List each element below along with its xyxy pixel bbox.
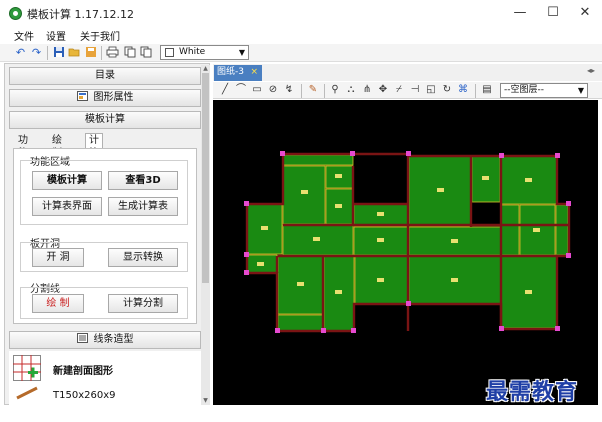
mirror-tool-icon[interactable]: ⋔ [361, 84, 373, 96]
print-icon[interactable] [106, 46, 119, 59]
open-hole-button[interactable]: 开 洞 [32, 248, 84, 267]
toolbar-separator [101, 46, 102, 60]
line-tool-icon[interactable]: ╱ [219, 84, 231, 96]
close-tab-icon[interactable]: × [250, 65, 258, 80]
toolbar-separator [475, 84, 476, 98]
menu-settings[interactable]: 设置 [46, 28, 66, 43]
calc-split-button[interactable]: 计算分割 [108, 294, 178, 313]
draw-divider-button[interactable]: 绘 制 [32, 294, 84, 313]
tab-draw[interactable]: 绘制区 [49, 134, 65, 172]
line-styles-icon [76, 333, 88, 343]
timber-beam-icon[interactable] [15, 386, 39, 400]
trim-tool-icon[interactable]: ⌿ [393, 84, 405, 96]
line-styles-header-label: 线条造型 [93, 334, 134, 345]
polyline-tool-icon[interactable]: ↯ [283, 84, 295, 96]
save-as-icon[interactable] [84, 46, 97, 59]
scroll-down-icon[interactable]: ▼ [201, 397, 210, 405]
properties-header-label: 图形属性 [93, 92, 134, 103]
tab-calc[interactable]: 计算区 [85, 133, 103, 172]
properties-icon [76, 91, 88, 101]
left-panel-scrollbar[interactable]: ▲ ▼ [201, 65, 210, 405]
calc-table-ui-button[interactable]: 计算表界面 [32, 197, 102, 216]
scroll-up-icon[interactable]: ▲ [201, 65, 210, 73]
window-title: 模板计算 1.17.12.12 [27, 8, 134, 21]
color-select-value: White [179, 47, 206, 57]
drawing-canvas[interactable] [213, 100, 598, 405]
copy-icon[interactable] [124, 46, 137, 59]
watermark-text: 最需教育 [486, 379, 579, 405]
rectangle-tool-icon[interactable]: ▭ [251, 84, 263, 96]
minimize-button[interactable]: — [510, 4, 530, 22]
array-tool-icon[interactable]: ⛬ [345, 84, 357, 96]
maximize-button[interactable]: ☐ [543, 4, 563, 22]
title-bar: 模板计算 1.17.12.12 — ☐ ✕ [0, 0, 602, 26]
calc-tab-body: 功能区域 模板计算 查看3D 计算表界面 生成计算表 板开洞 开 洞 显示转换 … [13, 148, 197, 324]
display-toggle-button[interactable]: 显示转换 [108, 248, 178, 267]
menu-bar: 文件 设置 关于我们 [0, 26, 602, 44]
circle-tool-icon[interactable]: ⊘ [267, 84, 279, 96]
arc-tool-icon[interactable]: ⌒ [235, 84, 247, 96]
properties-header[interactable]: 图形属性 [9, 89, 201, 107]
toolbar-separator [47, 46, 48, 60]
status-strip [0, 405, 602, 422]
document-tab[interactable]: 图纸-3 × [214, 65, 262, 81]
menu-file[interactable]: 文件 [14, 28, 34, 43]
calc-header[interactable]: 模板计算 [9, 111, 201, 129]
directory-header-label: 目录 [95, 70, 115, 81]
toolbar-separator [324, 84, 325, 98]
snap-tool-icon[interactable]: ⌘ [457, 84, 469, 96]
drawing-toolbar: ╱ ⌒ ▭ ⊘ ↯ ✎ ⚲ ⛬ ⋔ ✥ ⌿ ⊣ ◱ ↻ ⌘ ▤ --空图层-- … [213, 82, 602, 99]
paste-icon[interactable] [140, 46, 153, 59]
scroll-thumb[interactable] [202, 73, 209, 283]
layer-select[interactable]: --空图层-- ▼ [500, 83, 588, 98]
offset-tool-icon[interactable]: ⚲ [329, 84, 341, 96]
floor-plan-drawing [244, 151, 571, 333]
move-tool-icon[interactable]: ✥ [377, 84, 389, 96]
chevron-down-icon: ▼ [577, 86, 584, 95]
close-button[interactable]: ✕ [575, 4, 595, 22]
open-folder-icon[interactable] [68, 46, 81, 59]
template-calc-button[interactable]: 模板计算 [32, 171, 102, 190]
eraser-tool-icon[interactable]: ✎ [307, 84, 319, 96]
app-icon [9, 7, 22, 20]
document-tab-bar: 图纸-3 × ◂▸ [213, 64, 602, 81]
color-select[interactable]: White ▼ [160, 45, 249, 60]
layer-manager-icon[interactable]: ▤ [481, 84, 493, 96]
new-section-grid-icon[interactable] [13, 355, 41, 381]
left-panel: 目录 图形属性 模板计算 功能区 绘制区 计算区 功能区域 模板计算 查看3D … [4, 63, 210, 405]
generate-calc-table-button[interactable]: 生成计算表 [108, 197, 178, 216]
undo-icon[interactable]: ↶ [14, 46, 27, 59]
canvas-edge [598, 100, 602, 405]
color-swatch [165, 48, 174, 57]
directory-header[interactable]: 目录 [9, 67, 201, 85]
calc-header-label: 模板计算 [85, 114, 125, 125]
rotate-tool-icon[interactable]: ↻ [441, 84, 453, 96]
menu-about[interactable]: 关于我们 [80, 28, 120, 43]
tab-scroll-icon[interactable]: ◂▸ [587, 66, 595, 75]
new-section-label[interactable]: 新建剖面图形 [53, 362, 113, 377]
save-icon[interactable] [52, 46, 65, 59]
shape-list: 新建剖面图形 T150x260x9 [9, 351, 201, 405]
extend-tool-icon[interactable]: ⊣ [409, 84, 421, 96]
redo-icon[interactable]: ↷ [30, 46, 43, 59]
chevron-down-icon: ▼ [238, 48, 245, 57]
view-3d-button[interactable]: 查看3D [108, 171, 178, 190]
main-toolbar: ↶ ↷ White ▼ [0, 44, 602, 62]
section-size-label[interactable]: T150x260x9 [53, 390, 115, 401]
toolbar-separator [301, 84, 302, 98]
line-styles-header[interactable]: 线条造型 [9, 331, 201, 349]
layer-select-value: --空图层-- [504, 85, 544, 95]
document-tab-label: 图纸-3 [217, 67, 244, 77]
scale-tool-icon[interactable]: ◱ [425, 84, 437, 96]
tab-function[interactable]: 功能区 [15, 134, 31, 172]
